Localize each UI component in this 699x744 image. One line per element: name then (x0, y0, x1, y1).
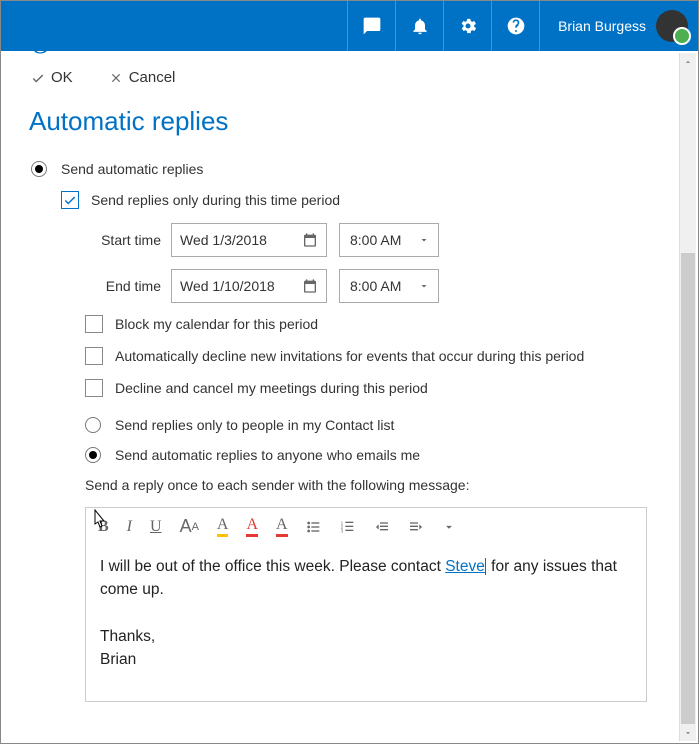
bold-button[interactable]: B (98, 518, 109, 536)
highlight-button[interactable]: A (217, 516, 229, 537)
ok-button[interactable]: OK (31, 69, 73, 86)
msg-sign: Brian (100, 651, 136, 668)
msg-part1: I will be out of the office this week. P… (100, 558, 445, 575)
end-date-value: Wed 1/10/2018 (180, 278, 275, 294)
radio-send-auto[interactable] (31, 161, 47, 177)
help-icon[interactable] (491, 1, 539, 51)
message-editor: B I U AA A A A 123 I will be out of the … (85, 507, 647, 702)
indent-button[interactable] (408, 519, 424, 535)
gear-icon[interactable] (443, 1, 491, 51)
start-time-label: Start time (85, 232, 161, 248)
user-name[interactable]: Brian Burgess (539, 1, 656, 51)
radio-contacts-only[interactable] (85, 417, 101, 433)
end-time-value: 8:00 AM (350, 278, 401, 294)
checkbox-only-period[interactable] (61, 191, 79, 209)
radio-anyone[interactable] (85, 447, 101, 463)
start-date-value: Wed 1/3/2018 (180, 232, 267, 248)
cancel-button[interactable]: Cancel (109, 69, 176, 86)
end-date-input[interactable]: Wed 1/10/2018 (171, 269, 327, 303)
italic-button[interactable]: I (127, 518, 132, 536)
scroll-up-icon[interactable] (680, 53, 696, 70)
font-color-button[interactable]: A (246, 516, 258, 537)
scrollbar[interactable] (679, 53, 696, 741)
checkbox-cancel-meetings[interactable] (85, 379, 103, 397)
anyone-label: Send automatic replies to anyone who ema… (115, 447, 420, 463)
avatar[interactable] (656, 10, 688, 42)
underline-button[interactable]: U (150, 518, 162, 536)
message-body[interactable]: I will be out of the office this week. P… (86, 545, 646, 701)
ok-label: OK (51, 69, 73, 86)
scroll-down-icon[interactable] (680, 724, 696, 741)
end-time-input[interactable]: 8:00 AM (339, 269, 439, 303)
scroll-thumb[interactable] (681, 253, 695, 724)
font-size-button[interactable]: AA (180, 516, 199, 537)
send-auto-label: Send automatic replies (61, 161, 203, 177)
more-button[interactable] (442, 520, 456, 534)
font-color2-button[interactable]: A (276, 516, 288, 537)
msg-thanks: Thanks, (100, 628, 155, 645)
svg-text:3: 3 (340, 528, 343, 533)
start-date-input[interactable]: Wed 1/3/2018 (171, 223, 327, 257)
page-title: Automatic replies (1, 86, 698, 161)
chat-icon[interactable] (347, 1, 395, 51)
cancel-label: Cancel (129, 69, 176, 86)
contacts-only-label: Send replies only to people in my Contac… (115, 417, 394, 433)
block-calendar-label: Block my calendar for this period (115, 316, 318, 332)
start-time-input[interactable]: 8:00 AM (339, 223, 439, 257)
reply-once-label: Send a reply once to each sender with th… (85, 477, 668, 493)
checkbox-decline-new[interactable] (85, 347, 103, 365)
start-time-value: 8:00 AM (350, 232, 401, 248)
bell-icon[interactable] (395, 1, 443, 51)
cancel-meetings-label: Decline and cancel my meetings during th… (115, 380, 428, 396)
outdent-button[interactable] (374, 519, 390, 535)
contact-link[interactable]: Steve (445, 558, 487, 575)
logo: gP (33, 21, 61, 55)
end-time-label: End time (85, 278, 161, 294)
checkbox-block-calendar[interactable] (85, 315, 103, 333)
only-period-label: Send replies only during this time perio… (91, 192, 340, 208)
decline-new-label: Automatically decline new invitations fo… (115, 348, 584, 364)
numbering-button[interactable]: 123 (340, 519, 356, 535)
bullets-button[interactable] (306, 519, 322, 535)
